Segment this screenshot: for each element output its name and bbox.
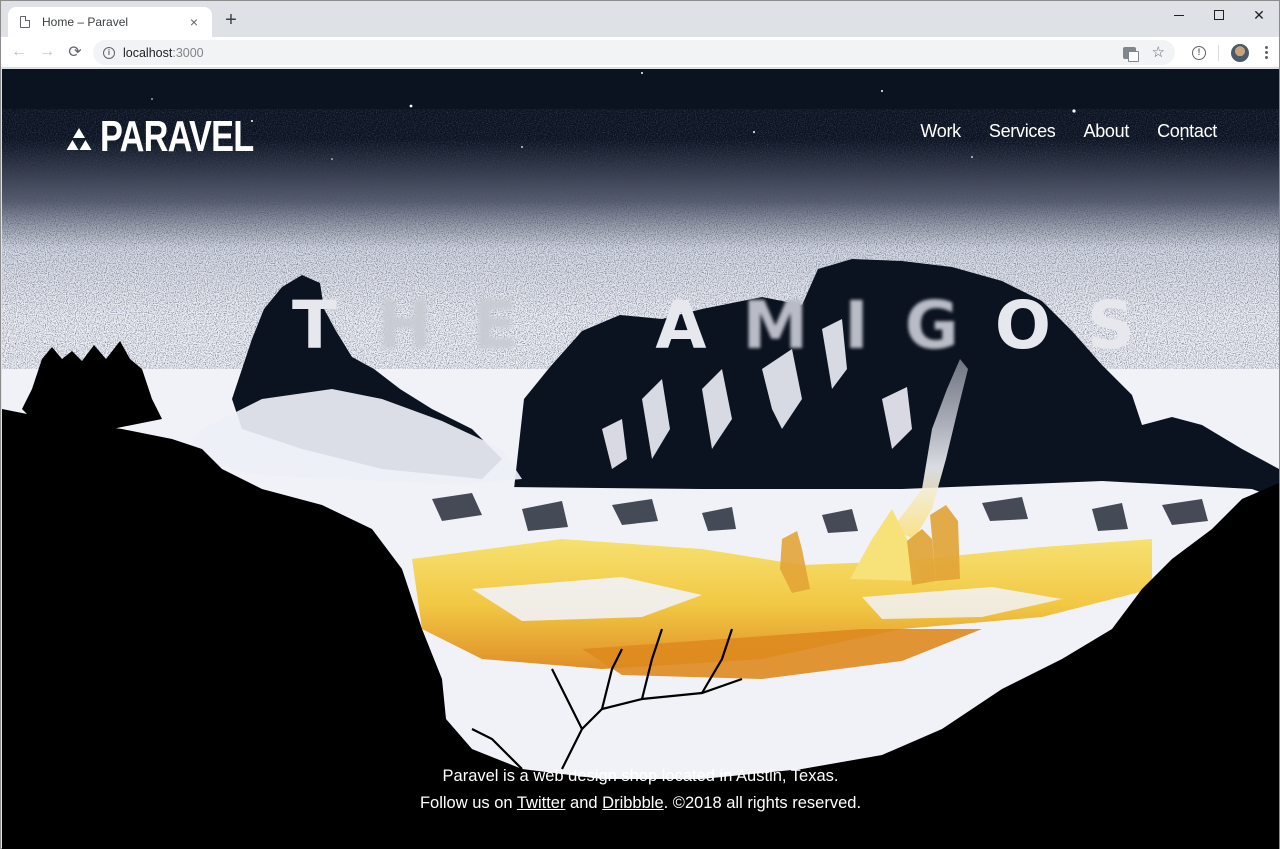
hero-letters-blurred: MIG xyxy=(742,287,995,364)
browser-tab[interactable]: Home – Paravel × xyxy=(8,7,212,37)
nav-link-contact[interactable]: Contact xyxy=(1157,121,1217,142)
page-icon xyxy=(20,16,30,28)
browser-toolbar: ← → ⟳ i localhost:3000 ☆ ! xyxy=(1,37,1279,68)
window-controls: ✕ xyxy=(1159,1,1279,29)
hero-word-the: THE xyxy=(292,287,557,364)
translate-icon[interactable] xyxy=(1122,46,1139,62)
hero-title: THE AMIGOS xyxy=(292,287,1135,364)
footer-prefix: Follow us on xyxy=(419,794,517,812)
hero-word-amigos: AMIGOS xyxy=(655,287,1170,364)
footer-copyright: . ©2018 all rights reserved. xyxy=(663,794,862,812)
minimize-button[interactable] xyxy=(1159,1,1199,29)
footer-mid: and xyxy=(565,794,603,812)
omnibox-actions: ☆ xyxy=(1122,40,1165,65)
profile-avatar[interactable] xyxy=(1231,43,1249,62)
site-info-icon[interactable]: i xyxy=(103,46,115,59)
tab-close-icon[interactable]: × xyxy=(186,14,202,30)
extension-icon[interactable]: ! xyxy=(1192,45,1206,60)
url-text[interactable]: localhost:3000 xyxy=(123,46,204,60)
toolbar-divider xyxy=(1218,44,1219,61)
triforce-logo-icon xyxy=(66,128,92,150)
browser-window: Home – Paravel × + ✕ ← → ⟳ i localhost:3… xyxy=(0,0,1280,849)
address-bar[interactable]: i localhost:3000 ☆ xyxy=(93,40,1175,65)
hero-letters-end: OS xyxy=(994,287,1171,364)
forward-button[interactable]: → xyxy=(37,42,57,62)
reload-button[interactable]: ⟳ xyxy=(65,42,85,62)
footer-social: Follow us on Twitter and Dribbble. ©2018… xyxy=(2,790,1279,817)
nav-link-services[interactable]: Services xyxy=(989,121,1056,142)
new-tab-button[interactable]: + xyxy=(221,10,241,30)
minimize-icon xyxy=(1174,14,1184,16)
nav-link-about[interactable]: About xyxy=(1084,121,1130,142)
url-port: :3000 xyxy=(172,45,204,60)
main-nav: Work Services About Contact xyxy=(920,121,1217,142)
browser-menu-icon[interactable] xyxy=(1261,46,1271,59)
site-logo[interactable]: PARAVEL xyxy=(66,115,297,159)
close-window-button[interactable]: ✕ xyxy=(1239,1,1279,29)
dribbble-link[interactable]: Dribbble xyxy=(602,794,663,812)
site-header: PARAVEL Work Services About Contact xyxy=(2,69,1279,199)
bookmark-star-icon[interactable]: ☆ xyxy=(1152,45,1165,60)
maximize-icon xyxy=(1214,10,1224,20)
hero-letters-blurred: HE xyxy=(377,287,558,364)
hero-letter-sharp: T xyxy=(292,287,378,364)
footer-tagline: Paravel is a web design shop located in … xyxy=(442,767,839,785)
logo-wordmark: PARAVEL xyxy=(100,112,254,161)
url-host: localhost xyxy=(123,45,173,60)
maximize-button[interactable] xyxy=(1199,1,1239,29)
tab-strip: Home – Paravel × + ✕ xyxy=(1,1,1279,37)
nav-link-work[interactable]: Work xyxy=(920,121,961,142)
tab-title: Home – Paravel xyxy=(42,15,129,29)
page-viewport: PARAVEL Work Services About Contact THE … xyxy=(2,69,1279,849)
toolbar-right: ! xyxy=(1192,37,1271,68)
hero-letter-sharp: A xyxy=(655,287,743,364)
back-button[interactable]: ← xyxy=(9,42,29,62)
site-footer: Paravel is a web design shop located in … xyxy=(2,763,1279,817)
twitter-link[interactable]: Twitter xyxy=(517,794,566,812)
